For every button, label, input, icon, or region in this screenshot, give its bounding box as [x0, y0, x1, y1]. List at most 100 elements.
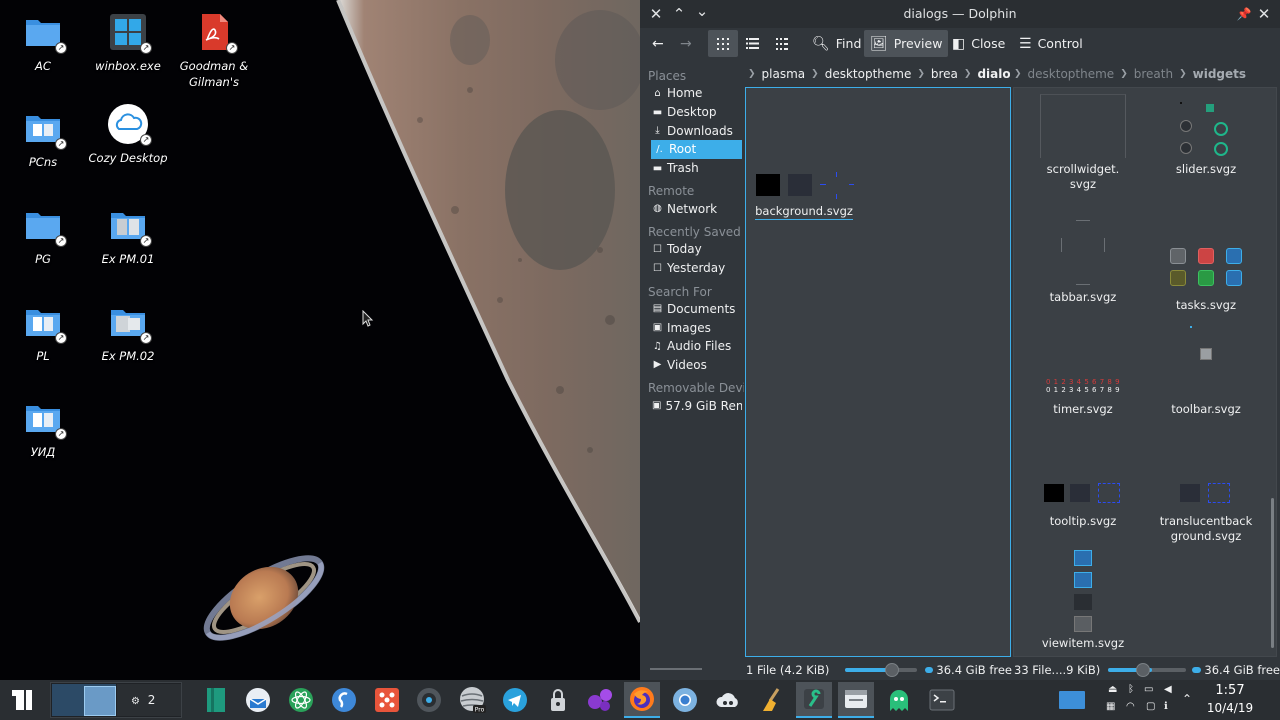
show-desktop-button[interactable] — [1054, 682, 1090, 718]
image-icon: ▣ — [652, 322, 663, 334]
compact-view-button[interactable] — [770, 30, 794, 57]
taskbar-app-globe-pro[interactable]: Pro — [454, 682, 490, 718]
file-view-right[interactable]: scrollwidget. svgz slider.svgz tabbar.sv… — [1013, 87, 1277, 657]
forward-button[interactable]: → — [674, 30, 698, 57]
file-item[interactable]: slider.svgz — [1150, 98, 1262, 177]
pager-desktop-1[interactable] — [52, 684, 116, 716]
taskbar-app-simplenote[interactable] — [326, 682, 362, 718]
virtual-desktop-pager[interactable]: ⚙ 2 — [50, 682, 182, 718]
taskbar-app-ghost[interactable] — [881, 682, 917, 718]
hamburger-menu-icon: ☰ — [1019, 35, 1032, 52]
breadcrumb-item[interactable]: brea — [931, 67, 958, 81]
taskbar-app-wrench[interactable] — [796, 682, 832, 718]
bluetooth-icon[interactable]: ᛒ — [1128, 684, 1134, 695]
zoom-slider[interactable] — [845, 663, 917, 677]
taskbar-app-telegram[interactable] — [497, 682, 533, 718]
file-item[interactable]: toolbar.svgz — [1150, 324, 1262, 417]
file-item[interactable]: background.svgz — [754, 172, 854, 220]
places-item-trash[interactable]: ▬ Trash — [640, 159, 742, 178]
file-item[interactable]: translucentback ground.svgz — [1150, 482, 1262, 544]
places-scrollbar[interactable] — [650, 668, 702, 670]
breadcrumb-current[interactable]: dialogs — [977, 67, 1010, 81]
places-item-root[interactable]: /. Root — [651, 140, 742, 159]
desktop-icon-ac[interactable]: ↗ AC — [0, 12, 86, 74]
file-view-left[interactable]: background.svgz — [745, 87, 1011, 657]
desktop-icon-expm01[interactable]: ↗ Ex PM.01 — [85, 205, 171, 267]
find-button[interactable]: 🔍︎ Find — [806, 30, 867, 57]
taskbar-app-terminal[interactable] — [924, 682, 960, 718]
pager-desktop-2[interactable]: ⚙ 2 — [117, 684, 181, 716]
desktop-icon-goodman[interactable]: ↗ Goodman & Gilman's — [171, 12, 257, 90]
file-item[interactable]: scrollwidget. svgz — [1028, 94, 1138, 192]
file-item[interactable]: tooltip.svgz — [1028, 482, 1138, 529]
taskbar-app-dolphin[interactable] — [838, 682, 874, 718]
calendar-icon: ☐ — [653, 243, 662, 255]
places-item-desktop[interactable]: ▬ Desktop — [640, 103, 742, 122]
close-window-icon[interactable]: ✕ — [1254, 4, 1274, 24]
taskbar-app-disc[interactable] — [411, 682, 447, 718]
desktop-icon-uid[interactable]: ↗ УИД — [0, 398, 86, 460]
file-item[interactable]: tabbar.svgz — [1028, 216, 1138, 305]
icons-view-button[interactable] — [708, 30, 738, 57]
notifications-icon[interactable]: ℹ — [1164, 701, 1168, 712]
breadcrumb-item[interactable]: plasma — [762, 67, 806, 81]
places-item-images[interactable]: ▣ Images — [640, 318, 742, 337]
breadcrumb-item[interactable]: desktoptheme — [825, 67, 912, 81]
back-button[interactable]: ← — [646, 30, 670, 57]
us-flag-icon[interactable]: ▦ — [1106, 701, 1115, 712]
taskbar-app-bleachbit[interactable] — [753, 682, 789, 718]
volume-icon[interactable]: ◀ — [1164, 684, 1172, 695]
details-view-button[interactable] — [740, 30, 765, 57]
close-split-button[interactable]: ◧ Close — [946, 30, 1011, 57]
application-launcher-button[interactable] — [4, 682, 40, 718]
desktop-icon-pcns[interactable]: ↗ PCns — [0, 108, 86, 170]
window-title: dialogs — Dolphin — [903, 6, 1017, 21]
zoom-slider[interactable] — [1108, 663, 1186, 677]
places-item-downloads[interactable]: ⤓ Downloads — [640, 121, 742, 140]
places-item-network[interactable]: ◍ Network — [640, 199, 742, 218]
window-titlebar[interactable]: ✕ ⌃ ⌄ dialogs — Dolphin 📌 ✕ — [640, 0, 1280, 28]
taskbar-app-chromium[interactable] — [667, 682, 703, 718]
pin-icon[interactable]: 📌 — [1234, 4, 1254, 24]
desktop-icon-pl[interactable]: ↗ PL — [0, 302, 86, 364]
desktop-icon-expm02[interactable]: ↗ Ex PM.02 — [85, 302, 171, 364]
desktop-icon-cozy[interactable]: ↗ Cozy Desktop — [85, 104, 171, 166]
breadcrumb-item[interactable]: desktoptheme — [1028, 67, 1115, 81]
wifi-icon[interactable]: ◠ — [1126, 701, 1135, 712]
taskbar-app-keepass[interactable] — [540, 682, 576, 718]
clock-time[interactable]: 1:57 — [1200, 683, 1260, 698]
file-item[interactable]: 0 1 2 3 4 5 6 7 8 9 0 1 2 3 4 5 6 7 8 9 … — [1028, 378, 1138, 417]
places-item-today[interactable]: ☐ Today — [640, 240, 742, 259]
places-item-documents[interactable]: ▤ Documents — [640, 300, 742, 319]
places-item-videos[interactable]: ▶ Videos — [640, 356, 742, 375]
preview-button[interactable]: 🖼︎ Preview — [864, 30, 949, 57]
dolphin-window[interactable]: ✕ ⌃ ⌄ dialogs — Dolphin 📌 ✕ ← → 🔍︎ Find 🖼… — [640, 0, 1280, 680]
desktop[interactable]: ↗ AC ↗ winbox.exe ↗ Goodman & Gilman's ↗… — [0, 0, 640, 680]
places-item-yesterday[interactable]: ☐ Yesterday — [640, 259, 742, 278]
taskbar-app-purple[interactable] — [582, 682, 618, 718]
file-item[interactable]: tasks.svgz — [1150, 246, 1262, 313]
control-menu-button[interactable]: ☰ Control — [1013, 30, 1089, 57]
taskbar-app-book[interactable] — [198, 682, 234, 718]
taskbar-app-dots[interactable] — [369, 682, 405, 718]
desktop-icon-pg[interactable]: ↗ PG — [0, 205, 86, 267]
arrow-right-icon: → — [680, 35, 692, 52]
file-item[interactable]: viewitem.svgz — [1028, 548, 1138, 651]
taskbar-app-firefox[interactable] — [624, 682, 660, 718]
taskbar-app-cloud[interactable] — [710, 682, 746, 718]
breadcrumb-item[interactable]: breath — [1134, 67, 1173, 81]
places-item-home[interactable]: ⌂ Home — [640, 84, 742, 103]
chevron-up-icon[interactable]: ⌃ — [1182, 692, 1192, 706]
clock-date[interactable]: 10/4/19 — [1200, 701, 1260, 715]
taskbar-app-mail[interactable] — [240, 682, 276, 718]
battery-icon[interactable]: ▭ — [1144, 684, 1153, 695]
places-item-removable[interactable]: ▣57.9 GiB Remo — [640, 396, 742, 415]
desktop-icon-winbox[interactable]: ↗ winbox.exe — [85, 12, 171, 74]
clipboard-icon[interactable]: ▢ — [1146, 701, 1155, 712]
purple-app-icon — [588, 689, 612, 711]
usb-icon[interactable]: ⏏ — [1108, 684, 1117, 695]
vertical-scrollbar[interactable] — [1271, 498, 1274, 648]
taskbar-app-atom[interactable] — [283, 682, 319, 718]
breadcrumb-current[interactable]: widgets — [1193, 67, 1246, 81]
places-item-audio[interactable]: ♫ Audio Files — [640, 337, 742, 356]
